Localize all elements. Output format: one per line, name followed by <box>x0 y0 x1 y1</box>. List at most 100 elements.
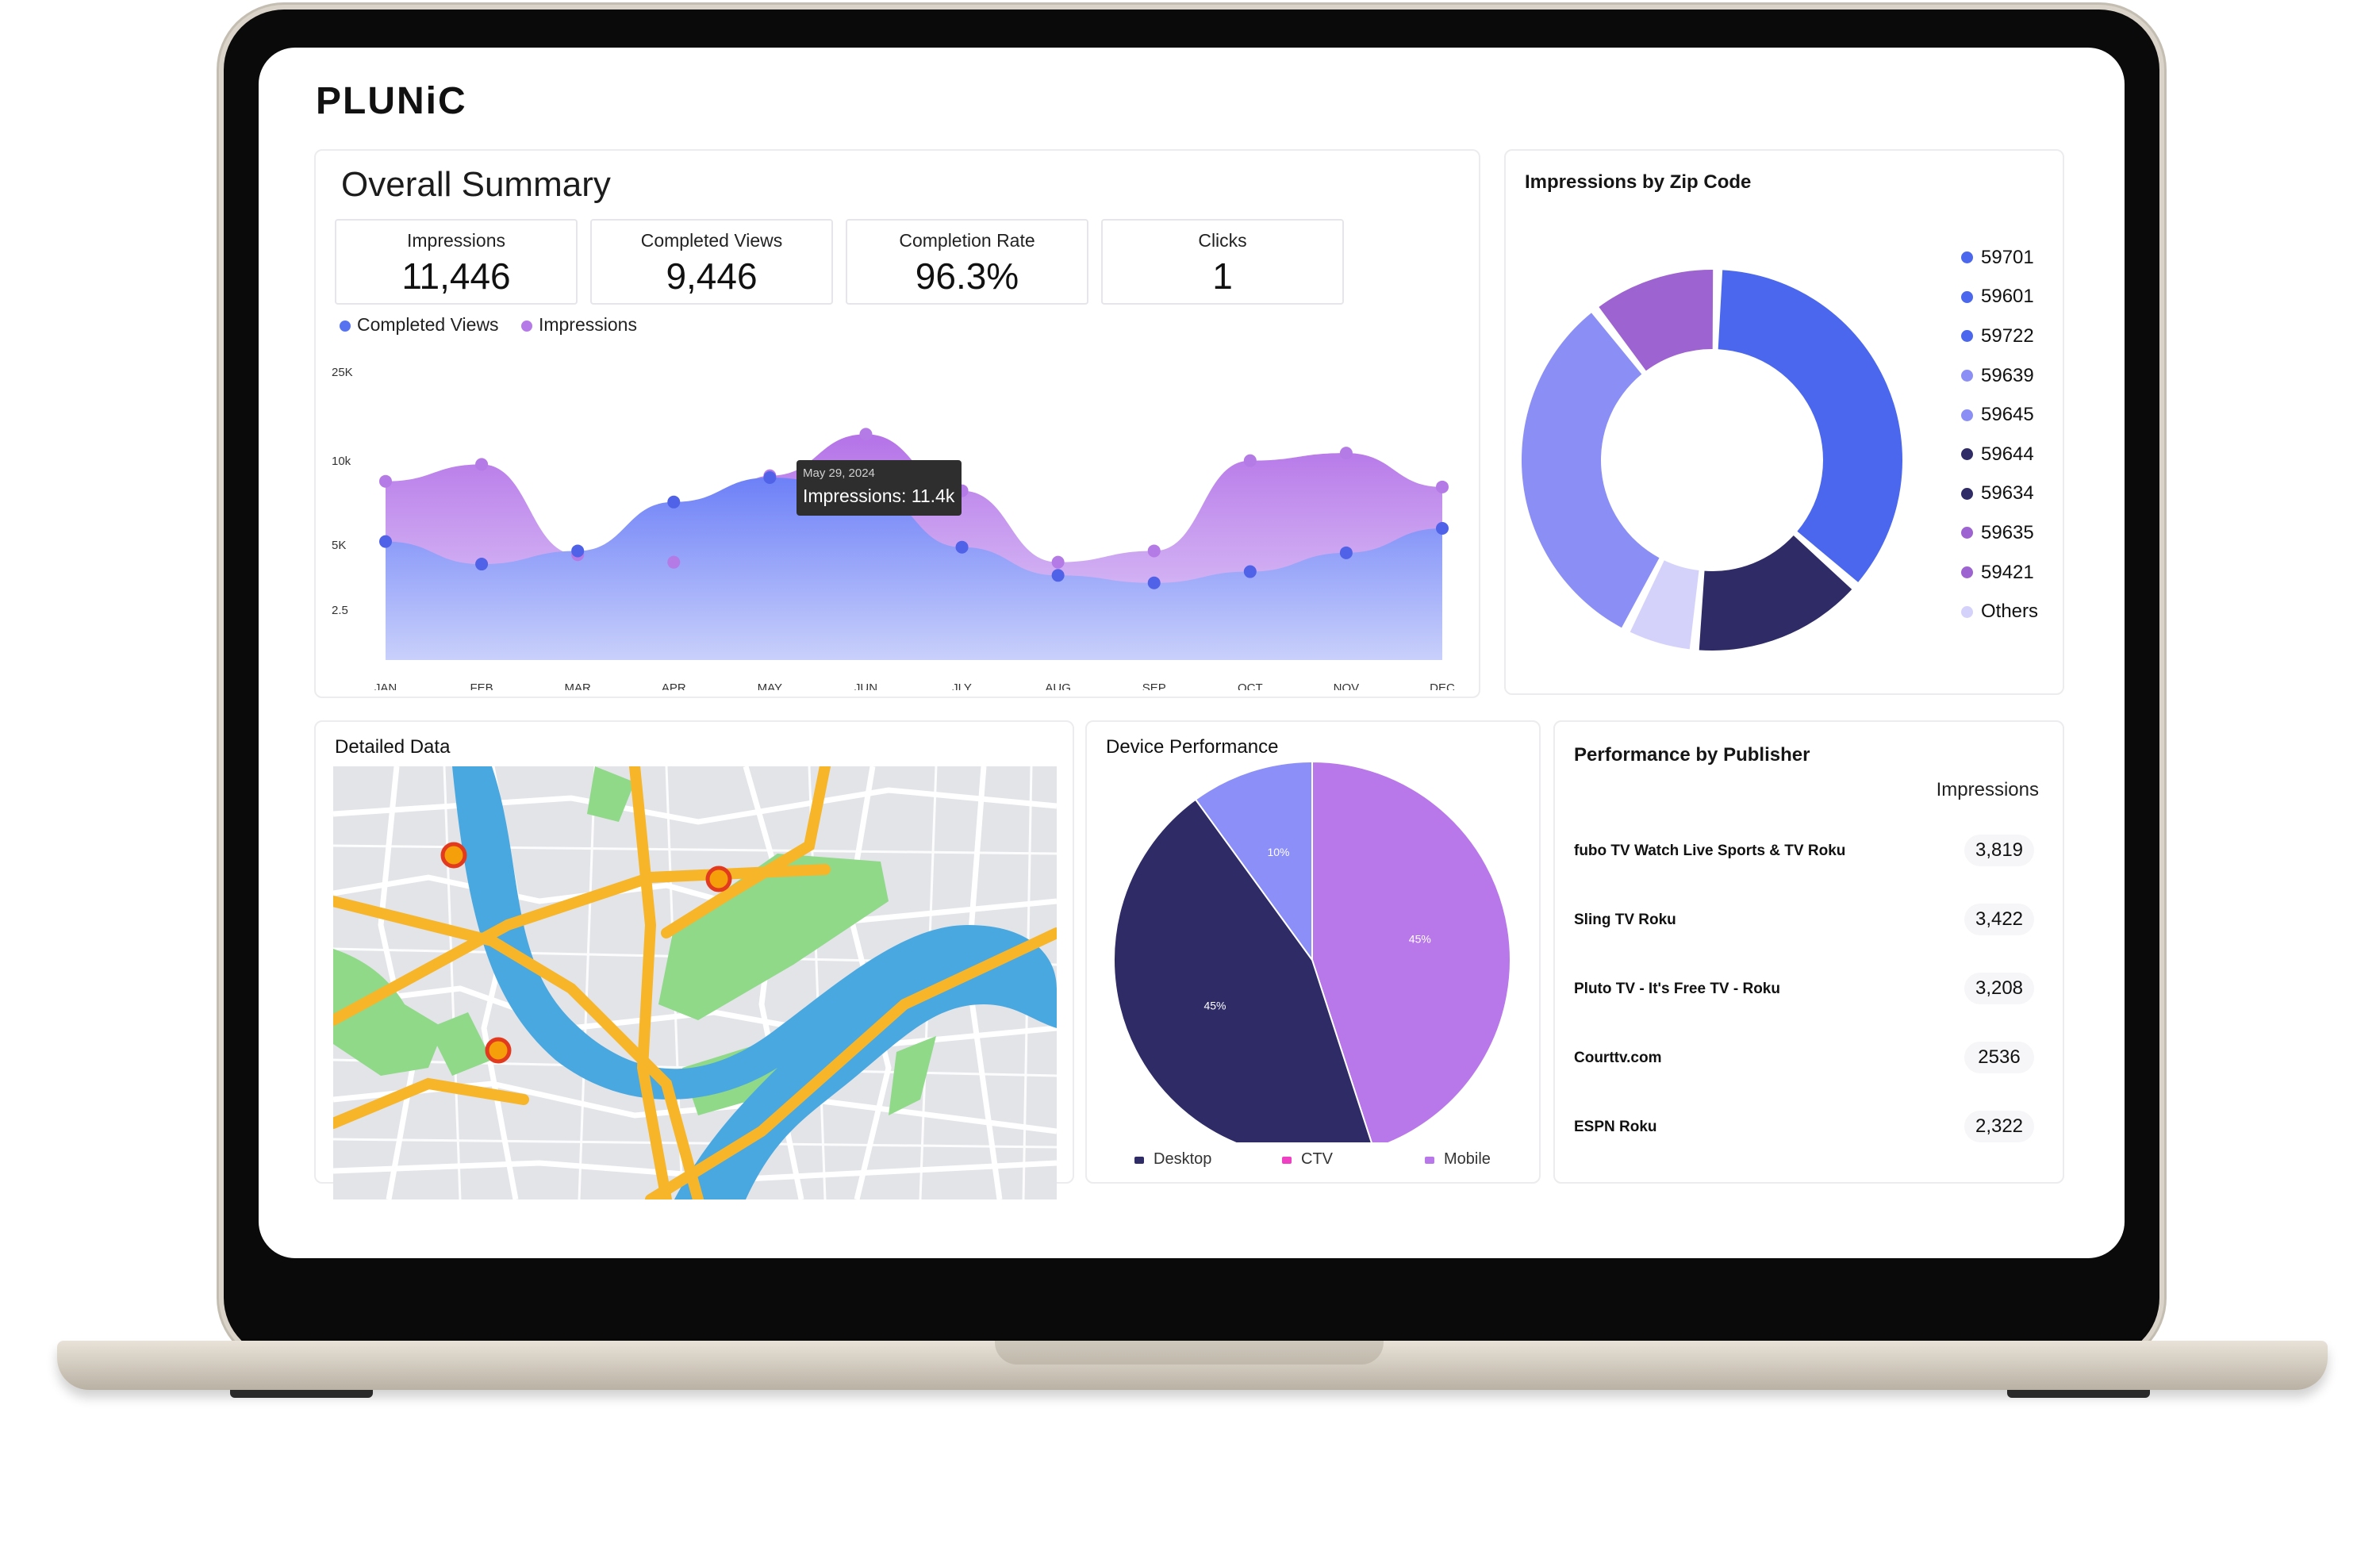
x-tick-label: MAR <box>565 681 592 690</box>
dashboard-screen: PLUNiC Overall Summary Impressions 11,44… <box>259 48 2125 1258</box>
zip-label: 59421 <box>1981 561 2034 583</box>
impressions-point[interactable] <box>1339 447 1353 460</box>
x-tick-label: MAY <box>758 681 782 690</box>
completed-views-point[interactable] <box>955 540 969 554</box>
publisher-row[interactable]: Pluto TV - It's Free TV - Roku 3,208 <box>1574 973 2034 1004</box>
zip-legend-item[interactable]: 59639 <box>1961 356 2038 396</box>
zip-legend-item[interactable]: 59601 <box>1961 278 2038 317</box>
kpi-value: 1 <box>1212 255 1233 297</box>
zip-label: 59635 <box>1981 521 2034 543</box>
location-marker-icon[interactable] <box>440 842 467 869</box>
pie-value-label: 10% <box>1267 846 1289 858</box>
legend-dot-completed-views <box>340 320 351 332</box>
publisher-column-header[interactable]: Impressions <box>1937 779 2039 801</box>
kpi-label: Impressions <box>407 230 505 251</box>
zip-label: 59639 <box>1981 364 2034 386</box>
kpi-label: Completed Views <box>640 230 783 251</box>
legend-dot <box>1961 566 1973 579</box>
completed-views-point[interactable] <box>1147 576 1161 589</box>
completed-views-point[interactable] <box>763 470 777 484</box>
impressions-point[interactable] <box>667 555 681 569</box>
pie-value-label: 45% <box>1203 999 1226 1011</box>
y-tick-label: 10k <box>332 455 351 468</box>
legend-dot <box>1961 370 1973 382</box>
x-tick-label: SEP <box>1142 681 1166 690</box>
zip-legend: 59701 59601 59722 59639 59645 59644 59634 59635… <box>1961 238 2038 631</box>
impressions-point[interactable] <box>475 458 489 471</box>
completed-views-point[interactable] <box>1436 522 1449 535</box>
publisher-row[interactable]: Courttv.com 2536 <box>1574 1042 2034 1073</box>
completed-views-point[interactable] <box>379 535 392 548</box>
x-tick-label: JLY <box>952 681 972 690</box>
zip-legend-item[interactable]: 59634 <box>1961 474 2038 514</box>
zip-label: 59644 <box>1981 443 2034 465</box>
impressions-point[interactable] <box>379 474 392 488</box>
publisher-name: Courttv.com <box>1574 1050 1662 1066</box>
brand-logo[interactable]: PLUNiC <box>316 79 467 123</box>
publisher-impressions: 3,819 <box>1964 835 2034 866</box>
impressions-point[interactable] <box>1147 544 1161 558</box>
completed-views-point[interactable] <box>1339 546 1353 559</box>
impressions-point[interactable] <box>1051 555 1065 569</box>
completed-views-point[interactable] <box>667 495 681 509</box>
area-chart-legend: Completed Views Impressions <box>340 314 637 336</box>
legend-dot <box>1961 330 1973 343</box>
y-tick-label: 25K <box>332 366 353 379</box>
publisher-impressions: 2,322 <box>1964 1111 2034 1142</box>
legend-dot <box>1961 527 1973 539</box>
legend-completed-views[interactable]: Completed Views <box>357 314 499 335</box>
legend-dot <box>1961 290 1973 303</box>
publisher-row[interactable]: fubo TV Watch Live Sports & TV Roku 3,819 <box>1574 835 2034 866</box>
zip-legend-item[interactable]: 59635 <box>1961 513 2038 553</box>
y-tick-label: 2.5 <box>332 604 348 617</box>
detailed-data-card: Detailed Data <box>314 720 1074 1199</box>
zip-card-title: Impressions by Zip Code <box>1525 171 1752 193</box>
laptop-foot <box>2007 1390 2150 1398</box>
location-marker-icon[interactable] <box>485 1037 512 1064</box>
completed-views-point[interactable] <box>571 544 585 558</box>
completed-views-point[interactable] <box>475 558 489 571</box>
pie-value-label: 45% <box>1409 932 1431 945</box>
impressions-point[interactable] <box>859 428 873 441</box>
zip-legend-item[interactable]: 59701 <box>1961 238 2038 278</box>
legend-label: Mobile <box>1444 1150 1491 1168</box>
publisher-row[interactable]: Sling TV Roku 3,422 <box>1574 904 2034 935</box>
zip-legend-item[interactable]: 59645 <box>1961 395 2038 435</box>
impressions-point[interactable] <box>1436 480 1449 493</box>
publisher-performance-card: Performance by Publisher Impressions fub… <box>1553 720 2064 1184</box>
legend-dot <box>1961 605 1973 618</box>
legend-impressions[interactable]: Impressions <box>539 314 637 335</box>
donut-segment[interactable] <box>1718 270 1902 582</box>
zip-legend-item[interactable]: 59644 <box>1961 435 2038 474</box>
area-chart[interactable]: 25K 10k 5K 2.5 JAN FEB MAR APR MAY JUN JLY AUG SEP OC… <box>316 349 1479 690</box>
overall-summary-card: Overall Summary Impressions 11,446 Compl… <box>314 149 1480 698</box>
legend-swatch <box>1282 1157 1292 1164</box>
legend-label: Desktop <box>1154 1150 1212 1168</box>
completed-views-point[interactable] <box>1243 565 1257 578</box>
kpi-label: Clicks <box>1198 230 1247 251</box>
zip-legend-item[interactable]: 59421 <box>1961 553 2038 593</box>
legend-item-mobile[interactable]: Mobile <box>1425 1150 1491 1169</box>
map-view[interactable] <box>333 766 1057 1199</box>
kpi-value: 96.3% <box>915 255 1019 297</box>
publisher-row[interactable]: ESPN Roku 2,322 <box>1574 1111 2034 1142</box>
chart-tooltip: May 29, 2024 Impressions: 11.4k <box>797 460 962 516</box>
x-tick-label: AUG <box>1045 681 1071 690</box>
x-tick-label: APR <box>662 681 686 690</box>
zip-label: 59722 <box>1981 324 2034 347</box>
zip-legend-item[interactable]: 59722 <box>1961 317 2038 356</box>
kpi-completion-rate: Completion Rate 96.3% <box>846 219 1088 305</box>
location-marker-icon[interactable] <box>705 866 732 892</box>
legend-item-desktop[interactable]: Desktop <box>1134 1150 1211 1169</box>
zip-donut-chart[interactable] <box>1514 230 1926 658</box>
laptop-foot <box>230 1390 373 1398</box>
legend-dot <box>1961 409 1973 421</box>
zip-code-card: Impressions by Zip Code 59701 59601 59722 5… <box>1504 149 2064 695</box>
impressions-point[interactable] <box>1243 454 1257 467</box>
device-pie-chart[interactable]: 45% 45% 10% <box>1098 762 1526 1142</box>
legend-item-ctv[interactable]: CTV <box>1282 1150 1333 1169</box>
zip-legend-item[interactable]: Others <box>1961 592 2038 631</box>
legend-dot-impressions <box>520 320 532 332</box>
zip-label: Others <box>1981 601 2039 623</box>
completed-views-point[interactable] <box>1051 569 1065 582</box>
